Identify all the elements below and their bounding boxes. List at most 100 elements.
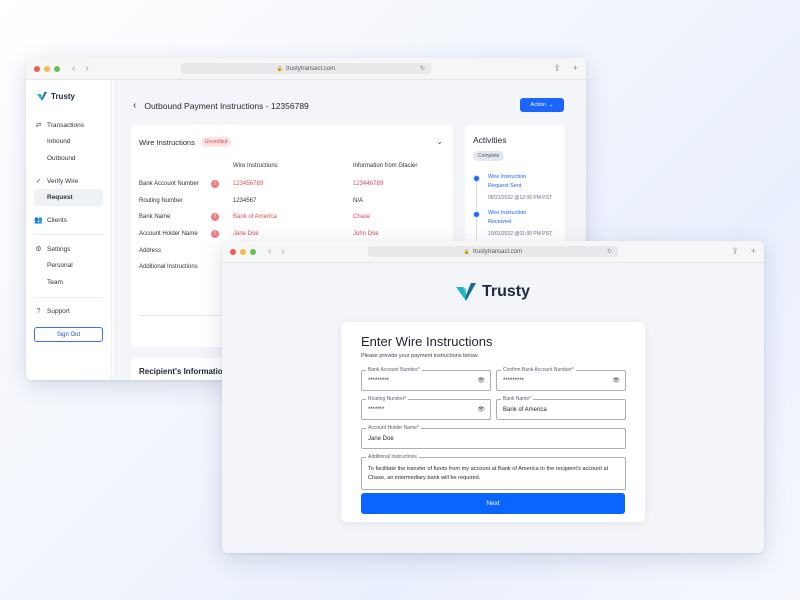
sidebar-item-clients[interactable]: 👥 Clients <box>34 212 103 228</box>
sidebar-item-transactions[interactable]: ⇄ Transactions <box>34 117 103 133</box>
share-icon[interactable]: ⇪ <box>731 246 739 257</box>
activity-title[interactable]: Wire Instruction Request Sent <box>488 173 526 191</box>
activity-line: Wire Instruction <box>488 210 527 216</box>
next-button[interactable]: Next <box>361 493 625 514</box>
wire-value: 123456789 <box>233 181 264 187</box>
sidebar-item-settings[interactable]: ⚙ Settings <box>34 241 103 257</box>
close-dot[interactable] <box>230 248 236 255</box>
gear-icon: ⚙ <box>35 246 42 253</box>
sidebar-item-personal[interactable]: Personal <box>34 257 103 274</box>
lock-icon: 🔒 <box>276 65 284 72</box>
action-button[interactable]: Action ⌄ <box>520 98 564 112</box>
logo[interactable]: Trusty <box>37 92 103 101</box>
activity-title[interactable]: Wire Instruction Received <box>488 209 526 227</box>
chevron-down-icon: ⌄ <box>548 102 554 108</box>
glacier-value: John Doe <box>353 231 379 237</box>
chevron-down-icon[interactable]: ⌄ <box>436 137 443 146</box>
form-title: Enter Wire Instructions <box>361 334 493 349</box>
column-header-glacier: Information from Glacier <box>353 163 418 169</box>
back-icon[interactable]: ‹ <box>268 246 271 257</box>
account-holder-field[interactable]: Account Holder Name* Jane Doe <box>361 425 626 449</box>
eye-icon[interactable]: 👁 <box>477 406 485 413</box>
sidebar: Trusty ⇄ Transactions Inbound Outbound ✓… <box>26 80 112 380</box>
check-circle-icon: ✓ <box>35 178 42 185</box>
browser-chrome: ‹ › 🔒 trustytransact.com ↻ ⇪ + <box>26 58 586 80</box>
new-tab-icon[interactable]: + <box>573 63 578 74</box>
eye-icon[interactable]: 👁 <box>477 377 485 384</box>
lock-icon: 🔒 <box>463 248 471 255</box>
wire-value: Bank of America <box>233 214 277 220</box>
field-label: Bank Name* <box>501 396 534 402</box>
minimize-dot[interactable] <box>240 248 246 255</box>
wire-value: 1234567 <box>233 198 257 204</box>
bank-account-field[interactable]: Bank Account Number* ********* 👁 <box>361 367 491 391</box>
card-title: Activities <box>473 135 507 145</box>
forward-icon[interactable]: › <box>281 246 284 257</box>
forward-icon[interactable]: › <box>85 63 88 74</box>
confirm-account-field[interactable]: Confirm Bank Account Number* ********* 👁 <box>496 367 626 391</box>
reload-icon[interactable]: ↻ <box>420 65 425 72</box>
row-label: Bank Name <box>139 214 171 220</box>
sign-out-button[interactable]: Sign Out <box>34 327 103 342</box>
activity-line: Wire Instruction <box>488 174 527 180</box>
help-icon: ? <box>36 308 41 315</box>
sidebar-label: Verify Wire <box>47 177 79 185</box>
address-bar[interactable]: 🔒 trustytransact.com ↻ <box>368 246 618 257</box>
field-value: Bank of America <box>503 407 547 413</box>
share-icon[interactable]: ⇪ <box>553 63 561 74</box>
field-label: Confirm Bank Account Number* <box>501 367 576 373</box>
address-bar[interactable]: 🔒 trustytransact.com ↻ <box>181 63 431 74</box>
bank-name-field[interactable]: Bank Name* Bank of America <box>496 396 626 420</box>
sidebar-item-request[interactable]: Request <box>34 189 103 206</box>
maximize-dot[interactable] <box>54 65 60 72</box>
activities-card: Activities Complete Wire Instruction Req… <box>465 125 565 255</box>
row-label: Routing Number <box>139 198 183 204</box>
status-badge: Unverified <box>200 137 232 147</box>
warning-icon: ! <box>211 180 219 188</box>
row-label: Additional Instructions <box>139 264 198 270</box>
action-label: Action <box>530 102 546 108</box>
trusty-logo-icon <box>37 92 47 101</box>
divider <box>34 234 103 235</box>
maximize-dot[interactable] <box>250 248 256 255</box>
sidebar-item-verify-wire[interactable]: ✓ Verify Wire <box>34 173 103 189</box>
glacier-value: N/A <box>353 198 364 204</box>
logo-text: Trusty <box>481 283 531 300</box>
sidebar-item-team[interactable]: Team <box>34 274 103 291</box>
browser-chrome: ‹ › 🔒 trustytransact.com ↻ ⇪ + <box>222 241 764 263</box>
routing-number-field[interactable]: Routing Number* ******* 👁 <box>361 396 491 420</box>
timeline-dot <box>473 175 480 182</box>
eye-icon[interactable]: 👁 <box>612 377 620 384</box>
status-badge: Complete <box>473 151 505 161</box>
field-value: ********* <box>368 378 390 384</box>
activity-line: Received <box>488 219 511 225</box>
additional-instructions-field[interactable]: Additional Instructions To facilitate th… <box>361 454 626 490</box>
sidebar-label: Transactions <box>47 121 84 129</box>
sidebar-label: Support <box>47 308 70 315</box>
sidebar-label: Settings <box>47 245 71 253</box>
sidebar-item-outbound[interactable]: Outbound <box>34 150 103 167</box>
minimize-dot[interactable] <box>44 65 50 72</box>
field-label: Additional Instructions <box>366 454 419 460</box>
timeline-dot <box>473 211 480 218</box>
sidebar-item-support[interactable]: ? Support <box>34 304 103 319</box>
back-arrow-icon[interactable]: ‹ <box>133 100 136 111</box>
field-value: To facilitate the transfer of funds from… <box>368 466 609 481</box>
new-tab-icon[interactable]: + <box>751 246 756 257</box>
wire-form-card: Enter Wire Instructions Please provide y… <box>341 322 645 522</box>
front-browser-window: ‹ › 🔒 trustytransact.com ↻ ⇪ + Trusty En… <box>222 241 764 553</box>
close-dot[interactable] <box>34 65 40 72</box>
glacier-value: 123446789 <box>353 181 384 187</box>
back-icon[interactable]: ‹ <box>72 63 75 74</box>
url-text: trustytransact.com <box>286 65 336 72</box>
sidebar-item-inbound[interactable]: Inbound <box>34 133 103 150</box>
column-header-wire: Wire Instructions <box>233 163 278 169</box>
activity-line: Request Sent <box>488 183 522 189</box>
row-label: Bank Account Number <box>139 181 199 187</box>
logo: Trusty <box>455 283 531 301</box>
form-subtitle: Please provide your payment instructions… <box>361 353 479 359</box>
reload-icon[interactable]: ↻ <box>607 248 612 255</box>
field-label: Bank Account Number* <box>366 367 422 373</box>
wire-value: Jane Doe <box>233 231 259 237</box>
card-title: Recipient's Informatio <box>139 367 223 376</box>
